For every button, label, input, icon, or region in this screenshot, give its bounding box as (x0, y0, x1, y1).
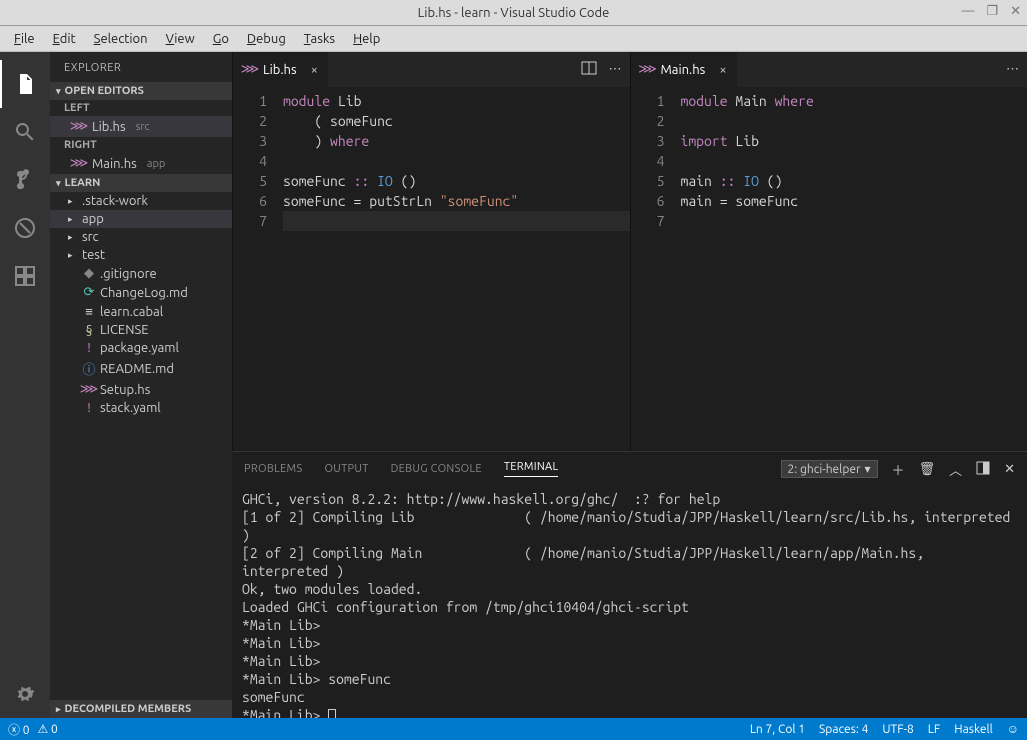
menu-tasks[interactable]: Tasks (296, 30, 343, 48)
file-learn-cabal[interactable]: ≡learn.cabal (50, 302, 232, 321)
menu-selection[interactable]: Selection (86, 30, 156, 48)
status-encoding[interactable]: UTF-8 (882, 723, 913, 736)
group-left-label: LEFT (50, 100, 232, 116)
terminal-selector[interactable]: 2: ghci-helper ▾ (781, 460, 878, 478)
file-stack-yaml[interactable]: !stack.yaml (50, 399, 232, 417)
panel-tab-problems[interactable]: PROBLEMS (244, 463, 302, 475)
file-icon: ! (82, 341, 96, 355)
file-icon: ◆ (82, 266, 96, 281)
file-icon: ⋙ (82, 382, 96, 397)
maximize-panel-icon[interactable] (976, 461, 990, 478)
activity-bar (0, 52, 50, 718)
tab-lib-hs[interactable]: ⋙ Lib.hs × (233, 52, 329, 87)
haskell-icon: ⋙ (243, 62, 257, 77)
status-cursor[interactable]: Ln 7, Col 1 (750, 723, 805, 736)
kill-terminal-icon[interactable]: 🗑 (919, 462, 936, 477)
debug-icon[interactable] (0, 204, 50, 252)
window-title: Lib.hs - learn - Visual Studio Code (418, 6, 610, 20)
file-icon: ≡ (82, 304, 96, 319)
menu-help[interactable]: Help (345, 30, 388, 48)
file-icon: § (82, 323, 96, 337)
close-tab-icon[interactable]: × (719, 63, 726, 77)
folder-test[interactable]: ▸test (50, 246, 232, 264)
haskell-icon: ⋙ (641, 62, 655, 77)
maximize-button[interactable]: ❐ (986, 4, 998, 19)
decompiled-header[interactable]: ▸DECOMPILED MEMBERS (50, 700, 232, 718)
status-lang[interactable]: Haskell (954, 723, 993, 736)
settings-icon[interactable] (0, 670, 50, 718)
file-icon: ! (82, 401, 96, 415)
code-editor-left[interactable]: 1234567 module Lib ( someFunc ) where so… (233, 87, 630, 451)
file-readme-md[interactable]: ⓘREADME.md (50, 357, 232, 380)
tab-main-hs[interactable]: ⋙ Main.hs × (631, 52, 738, 87)
project-header[interactable]: ▾LEARN (50, 174, 232, 192)
file--gitignore[interactable]: ◆.gitignore (50, 264, 232, 283)
panel-tab-debug-console[interactable]: DEBUG CONSOLE (391, 463, 482, 475)
new-terminal-icon[interactable]: ＋ (892, 460, 905, 479)
titlebar: Lib.hs - learn - Visual Studio Code — ❐ … (0, 0, 1027, 26)
sidebar: EXPLORER ▾OPEN EDITORS LEFT ⋙ Lib.hssrc … (50, 52, 232, 718)
status-spaces[interactable]: Spaces: 4 (819, 723, 868, 736)
search-icon[interactable] (0, 108, 50, 156)
status-bar: ⓧ 0 ⚠ 0 Ln 7, Col 1 Spaces: 4 UTF-8 LF H… (0, 718, 1027, 740)
file-license[interactable]: §LICENSE (50, 321, 232, 339)
haskell-icon: ⋙ (72, 156, 86, 171)
file-icon: ⓘ (82, 359, 96, 378)
file-setup-hs[interactable]: ⋙Setup.hs (50, 380, 232, 399)
more-icon[interactable]: ⋯ (1006, 62, 1019, 77)
scm-icon[interactable] (0, 156, 50, 204)
panel: PROBLEMS OUTPUT DEBUG CONSOLE TERMINAL 2… (232, 451, 1027, 718)
open-editors-header[interactable]: ▾OPEN EDITORS (50, 82, 232, 100)
close-window-button[interactable]: ✕ (1010, 4, 1021, 19)
extensions-icon[interactable] (0, 252, 50, 300)
panel-up-icon[interactable]: ︿ (949, 460, 962, 479)
menu-edit[interactable]: Edit (45, 30, 84, 48)
menu-view[interactable]: View (158, 30, 203, 48)
file-package-yaml[interactable]: !package.yaml (50, 339, 232, 357)
more-icon[interactable]: ⋯ (609, 62, 622, 77)
open-editor-right[interactable]: ⋙ Main.hsapp (50, 153, 232, 174)
menu-go[interactable]: Go (205, 30, 237, 48)
panel-tab-output[interactable]: OUTPUT (324, 463, 368, 475)
terminal[interactable]: GHCi, version 8.2.2: http://www.haskell.… (232, 486, 1027, 718)
group-right-label: RIGHT (50, 137, 232, 153)
editor-group-left: ⋙ Lib.hs × ⋯ 1234567 module Lib ( someFu… (232, 52, 630, 451)
status-warnings[interactable]: ⚠ 0 (38, 722, 58, 736)
minimize-button[interactable]: — (961, 4, 974, 19)
menu-file[interactable]: File (6, 30, 43, 48)
folder-src[interactable]: ▸src (50, 228, 232, 246)
close-panel-icon[interactable]: ✕ (1004, 462, 1015, 477)
open-editor-left[interactable]: ⋙ Lib.hssrc (50, 116, 232, 137)
sidebar-title: EXPLORER (50, 52, 232, 82)
status-feedback-icon[interactable]: ☺ (1007, 722, 1019, 736)
folder-app[interactable]: ▸app (50, 210, 232, 228)
split-editor-icon[interactable] (581, 60, 597, 79)
panel-tab-terminal[interactable]: TERMINAL (504, 461, 559, 477)
status-errors[interactable]: ⓧ 0 (8, 721, 30, 738)
explorer-icon[interactable] (0, 60, 50, 108)
close-tab-icon[interactable]: × (311, 63, 318, 77)
haskell-icon: ⋙ (72, 119, 86, 134)
file-icon: ⟳ (82, 285, 96, 300)
file-changelog-md[interactable]: ⟳ChangeLog.md (50, 283, 232, 302)
menu-debug[interactable]: Debug (239, 30, 294, 48)
editor-group-right: ⋙ Main.hs × ⋯ 1234567 module Main where … (630, 52, 1027, 451)
code-editor-right[interactable]: 1234567 module Main where import Lib mai… (631, 87, 1027, 451)
menubar: File Edit Selection View Go Debug Tasks … (0, 26, 1027, 52)
status-eol[interactable]: LF (928, 723, 940, 736)
folder--stack-work[interactable]: ▸.stack-work (50, 192, 232, 210)
